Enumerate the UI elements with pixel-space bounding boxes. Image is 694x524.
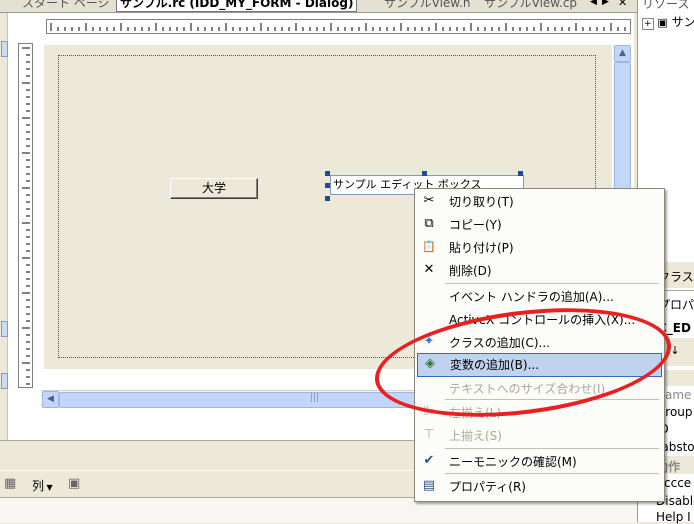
check-mnemonic-icon: ✔ — [423, 453, 435, 468]
tab-view-cpp[interactable]: サンプルView.cp — [484, 0, 577, 11]
menu-item-label: 削除(D) — [449, 264, 492, 278]
menu-item-label: テキストへのサイズ合わせ(I) — [449, 382, 606, 396]
properties-icon: ▤ — [422, 478, 436, 493]
menu-item-align-left[interactable]: ⊫ 左揃え(L) — [415, 401, 664, 423]
menu-item-properties[interactable]: ▤ プロパティ(R) — [415, 475, 664, 497]
resource-folder-icon: ▣ — [657, 16, 668, 29]
menu-item-label: クラスの追加(C)... — [449, 336, 550, 350]
menu-item-label: コピー(Y) — [449, 218, 502, 232]
align-top-icon: ⊤ — [423, 427, 435, 442]
selection-handle[interactable] — [325, 171, 330, 176]
tab-scroll-right-icon[interactable]: ▶ — [602, 0, 609, 7]
copy-icon: ⧉ — [424, 216, 434, 231]
menu-item-label: イベント ハンドラの追加(A)... — [449, 290, 614, 304]
menu-item-label: ニーモニックの確認(M) — [449, 455, 577, 469]
column-dropdown[interactable]: 列 ▼ — [32, 477, 53, 494]
selection-handle[interactable] — [325, 196, 330, 201]
menu-item-add-event-handler[interactable]: イベント ハンドラの追加(A)... — [415, 285, 664, 307]
left-toolbox-strip — [0, 13, 8, 440]
menu-item-add-class[interactable]: ✦ クラスの追加(C)... — [415, 331, 664, 353]
horizontal-ruler[interactable] — [46, 19, 631, 34]
menu-item-copy[interactable]: ⧉ コピー(Y) — [415, 213, 664, 235]
menu-item-size-to-content[interactable]: テキストへのサイズ合わせ(I) — [415, 377, 664, 399]
delete-x-icon: ✕ — [423, 262, 435, 277]
editor-tab-strip: スタート ページ サンプル.rc (IDD_MY_FORM - Dialog) … — [0, 0, 637, 13]
menu-separator — [445, 399, 659, 400]
daigaku-button[interactable]: 大学 — [170, 178, 258, 199]
menu-separator — [445, 473, 659, 474]
scroll-left-icon[interactable]: ◀ — [42, 391, 59, 408]
add-class-icon: ✦ — [423, 334, 435, 349]
resource-tree-root[interactable]: + ▣ サン — [642, 13, 694, 30]
tab-start-page[interactable]: スタート ページ — [22, 0, 110, 11]
menu-item-add-variable[interactable]: ◈ 変数の追加(B)... — [417, 353, 662, 377]
context-menu: ✂ 切り取り(T) ⧉ コピー(Y) 📋 貼り付け(P) ✕ 削除(D) イベン… — [414, 188, 665, 502]
toggle-grid-icon[interactable]: ▦ — [4, 476, 16, 491]
toolbox-marker[interactable] — [1, 373, 8, 389]
menu-item-label: プロパティ(R) — [449, 480, 526, 494]
menu-separator — [445, 283, 659, 284]
menu-item-align-top[interactable]: ⊤ 上揃え(S) — [415, 424, 664, 446]
menu-item-check-mnemonics[interactable]: ✔ ニーモニックの確認(M) — [415, 450, 664, 472]
paste-icon: 📋 — [422, 240, 436, 253]
tab-scroll-left-icon[interactable]: ◀ — [590, 0, 597, 7]
sort-alpha-icon[interactable]: ₂↓ — [666, 344, 680, 357]
tree-root-label: サン — [671, 15, 694, 29]
toggle-guides-icon[interactable]: ▣ — [68, 476, 80, 491]
ruler-ticks — [50, 23, 626, 31]
toolbox-marker[interactable] — [1, 321, 8, 337]
menu-separator — [445, 448, 659, 449]
menu-item-paste[interactable]: 📋 貼り付け(P) — [415, 236, 664, 258]
scissors-icon: ✂ — [423, 193, 435, 208]
vertical-ruler[interactable] — [18, 43, 33, 388]
menu-item-insert-activex[interactable]: ActiveX コントロールの挿入(X)... — [415, 308, 664, 330]
thumb-grip-icon: ||| — [310, 393, 320, 403]
menu-item-delete[interactable]: ✕ 削除(D) — [415, 259, 664, 281]
tab-view-h[interactable]: サンプルView.h — [384, 0, 470, 11]
add-variable-icon: ◈ — [425, 356, 435, 371]
close-tab-icon[interactable]: ✕ — [618, 0, 627, 9]
menu-item-cut[interactable]: ✂ 切り取り(T) — [415, 190, 664, 212]
chevron-down-icon: ▼ — [44, 483, 53, 492]
scroll-up-icon[interactable]: ▲ — [614, 45, 631, 62]
selection-handle[interactable] — [518, 171, 523, 176]
align-left-icon: ⊫ — [423, 404, 435, 419]
toolbox-marker[interactable] — [1, 41, 8, 57]
column-label: 列 — [32, 479, 45, 493]
ruler-ticks — [22, 47, 30, 385]
menu-item-label: 貼り付け(P) — [449, 241, 514, 255]
menu-item-label: 上揃え(S) — [449, 429, 502, 443]
menu-item-label: 左揃え(L) — [449, 406, 502, 420]
resource-view-title: リソース ビ — [642, 0, 694, 11]
tree-expand-icon[interactable]: + — [642, 18, 654, 30]
tab-rc-dialog[interactable]: サンプル.rc (IDD_MY_FORM - Dialog) — [116, 0, 358, 12]
selection-handle[interactable] — [325, 183, 330, 188]
menu-item-label: 変数の追加(B)... — [450, 358, 540, 372]
selection-handle[interactable] — [422, 171, 427, 176]
menu-item-label: 切り取り(T) — [449, 195, 514, 209]
menu-item-label: ActiveX コントロールの挿入(X)... — [449, 313, 636, 327]
